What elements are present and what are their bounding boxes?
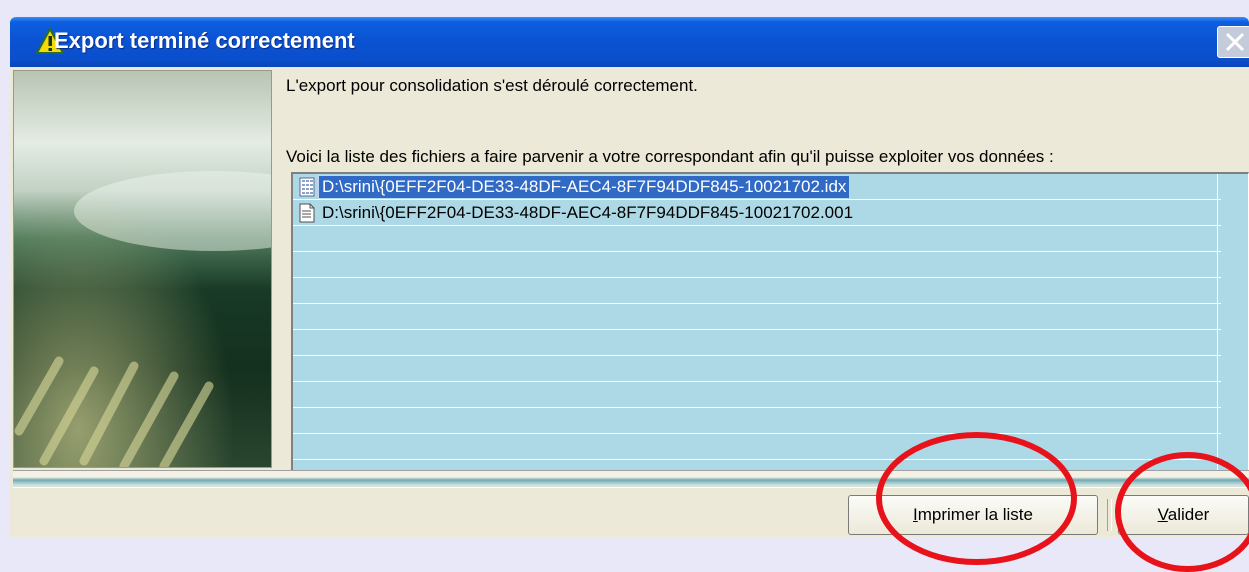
success-message: L'export pour consolidation s'est déroul… — [286, 76, 698, 95]
annotation-circle-validate — [1115, 452, 1249, 572]
file-list[interactable]: D:\srini\{0EFF2F04-DE33-48DF-AEC4-8F7F94… — [291, 172, 1249, 472]
annotation-circle-print — [876, 432, 1077, 565]
title-bar[interactable]: Export terminé correctement — [10, 17, 1249, 67]
window-title: Export terminé correctement — [54, 28, 355, 53]
decorative-side-image — [13, 70, 272, 468]
file-name: D:\srini\{0EFF2F04-DE33-48DF-AEC4-8F7F94… — [322, 203, 854, 222]
file-name: D:\srini\{0EFF2F04-DE33-48DF-AEC4-8F7F94… — [317, 175, 851, 199]
text-file-icon — [299, 203, 315, 223]
list-item[interactable]: D:\srini\{0EFF2F04-DE33-48DF-AEC4-8F7F94… — [299, 175, 851, 199]
export-dialog: Export terminé correctement L'export pou… — [10, 17, 1249, 537]
toolbar-separator — [1107, 499, 1112, 531]
close-icon — [1225, 32, 1245, 52]
instruction-text: Voici la liste des fichiers a faire parv… — [286, 147, 1054, 166]
close-button[interactable] — [1217, 26, 1249, 58]
index-file-icon — [299, 177, 315, 197]
list-item[interactable]: D:\srini\{0EFF2F04-DE33-48DF-AEC4-8F7F94… — [299, 201, 856, 225]
